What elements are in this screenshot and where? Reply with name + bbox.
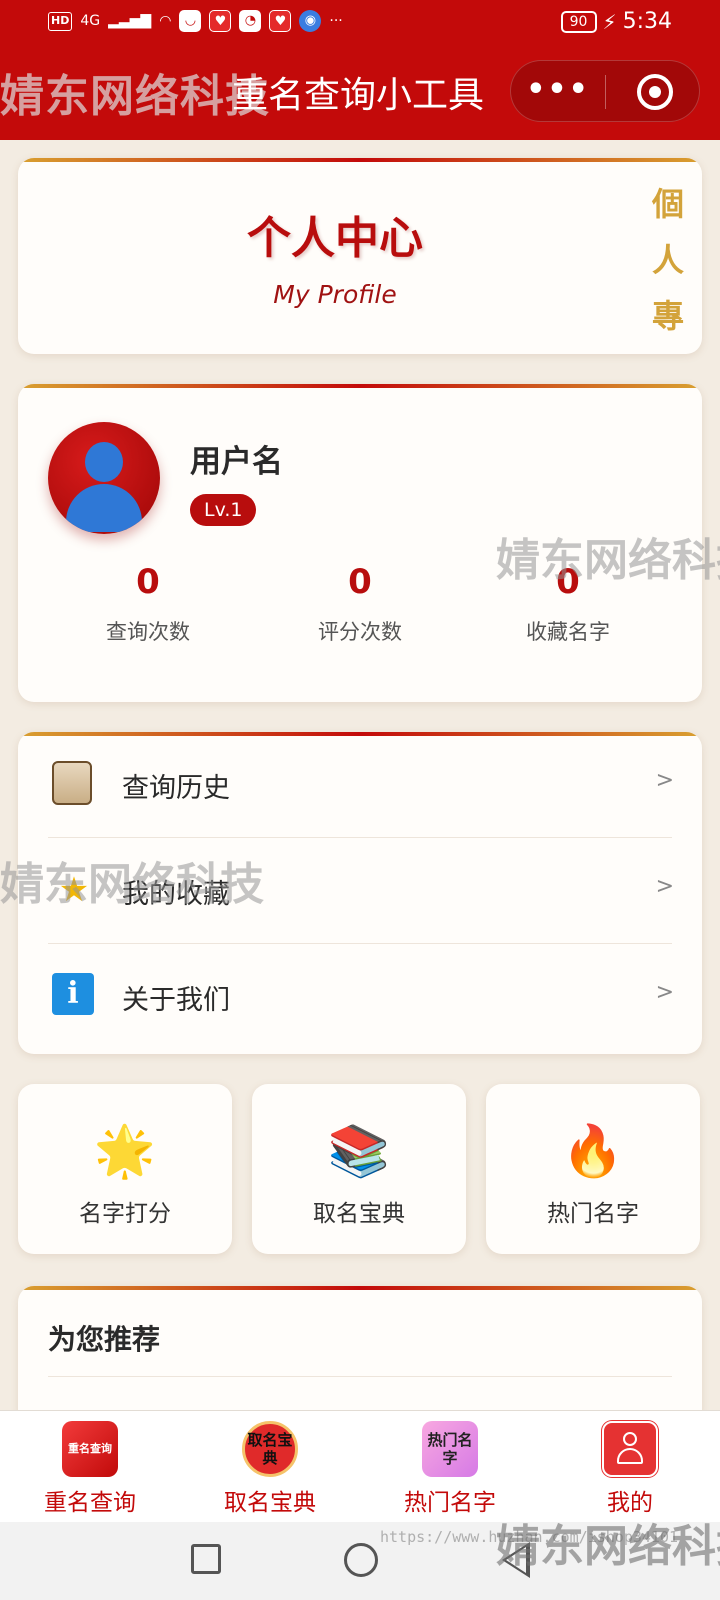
section-title: 为您推荐: [48, 1323, 161, 1356]
chevron-right-icon: >: [655, 768, 674, 793]
level-badge: Lv.1: [190, 494, 257, 526]
more-button[interactable]: •••: [511, 61, 605, 123]
home-button[interactable]: [344, 1543, 378, 1577]
watermark-text: 婧东网络科技: [0, 859, 264, 910]
status-time: 5:34: [622, 9, 672, 34]
username: 用户名: [190, 444, 283, 480]
tab-mine[interactable]: 我的: [540, 1411, 720, 1523]
miniprogram-capsule: •••: [510, 60, 700, 122]
chevron-right-icon: >: [655, 980, 674, 1005]
network-type: 4G: [80, 13, 101, 29]
card-accent-line: [18, 384, 702, 388]
recent-apps-button[interactable]: [191, 1544, 221, 1574]
tab-naming-guide[interactable]: 取名宝典 取名宝典: [180, 1411, 360, 1523]
tab-duplicate-query[interactable]: 重名查询 重名查询: [0, 1411, 180, 1523]
duplicate-query-icon: 重名查询: [62, 1421, 118, 1477]
glowing-star-icon: 🌟: [93, 1122, 157, 1180]
watermark-text: 婧东网络科技: [496, 535, 720, 586]
status-bar: HD 4G ▂▃▅▇ ◠ ◡ ♥ ◔ ♥ ◉ ··· 90 ⚡ 5:34: [0, 0, 720, 46]
info-icon: i: [52, 973, 96, 1019]
app-header: HD 4G ▂▃▅▇ ◠ ◡ ♥ ◔ ♥ ◉ ··· 90 ⚡ 5:34 婧东网…: [0, 0, 720, 140]
card-accent-line: [18, 1286, 702, 1290]
browser-icon: ◉: [299, 10, 322, 32]
close-miniprogram-button[interactable]: [637, 74, 673, 110]
tab-popular-names[interactable]: 热门名字 热门名字: [360, 1411, 540, 1523]
avatar[interactable]: [48, 422, 160, 534]
stat-label: 收藏名字: [526, 620, 610, 644]
status-right: 90 ⚡ 5:34: [560, 9, 672, 34]
more-notifications-icon: ···: [329, 13, 343, 29]
card-accent-line: [18, 158, 702, 162]
books-icon: 📚: [327, 1122, 391, 1180]
battery-icon: 90: [560, 10, 597, 33]
tab-label: 取名宝典: [224, 1490, 316, 1516]
menu-item-label: 关于我们: [122, 985, 230, 1016]
tile-label: 热门名字: [547, 1201, 639, 1227]
user-icon: [602, 1421, 658, 1477]
divider: [48, 1376, 672, 1377]
hero-subtitle: My Profile: [273, 280, 397, 309]
tile-popular-names[interactable]: 🔥 热门名字: [486, 1084, 700, 1254]
app-notification-icon: ◡: [179, 10, 202, 32]
menu-item-history[interactable]: 查询历史 >: [18, 732, 702, 838]
status-icons: HD 4G ▂▃▅▇ ◠ ◡ ♥ ◔ ♥ ◉ ···: [48, 10, 343, 32]
naming-guide-icon: 取名宝典: [242, 1421, 298, 1477]
menu-item-label: 查询历史: [122, 773, 230, 804]
tile-naming-guide[interactable]: 📚 取名宝典: [252, 1084, 466, 1254]
bottom-tab-bar: 重名查询 重名查询 取名宝典 取名宝典 热门名字 热门名字 我的: [0, 1410, 720, 1522]
stat-score-count: 0 评分次数: [260, 562, 460, 646]
watermark-text: 婧东网络科技: [496, 1521, 720, 1572]
signal-icon: ▂▃▅▇: [108, 13, 152, 29]
stat-label: 查询次数: [106, 620, 190, 644]
stat-value: 0: [348, 562, 372, 602]
tile-name-score[interactable]: 🌟 名字打分: [18, 1084, 232, 1254]
scroll-icon: [52, 761, 96, 807]
popular-names-icon: 热门名字: [422, 1421, 478, 1477]
hd-icon: HD: [48, 12, 73, 31]
tile-label: 取名宝典: [313, 1201, 405, 1227]
app-notification-icon-2: ♥: [209, 10, 232, 32]
avatar-body-shape: [66, 484, 142, 532]
hero-vertical-text: 個人專: [651, 185, 684, 335]
wifi-icon: ◠: [159, 13, 172, 29]
recommend-card: 为您推荐: [18, 1286, 702, 1426]
tile-label: 名字打分: [79, 1201, 171, 1227]
fire-icon: 🔥: [561, 1122, 625, 1180]
tab-label: 重名查询: [44, 1490, 136, 1516]
stat-query-count: 0 查询次数: [48, 562, 248, 646]
menu-item-about[interactable]: i 关于我们 >: [18, 944, 702, 1050]
page-title: 重名查询小工具: [232, 75, 485, 116]
profile-hero-card: 个人中心 My Profile 個人專: [18, 158, 702, 354]
wechat-icon: ◔: [239, 10, 262, 32]
charging-icon: ⚡: [602, 9, 617, 34]
chevron-right-icon: >: [655, 874, 674, 899]
stat-value: 0: [136, 562, 160, 602]
avatar-head-shape: [85, 442, 123, 482]
app-notification-icon-3: ♥: [269, 10, 292, 32]
hero-title: 个人中心: [247, 213, 423, 264]
capsule-divider: [605, 75, 606, 109]
brand-watermark: 婧东网络科技: [0, 71, 270, 122]
navigation-bar: 婧东网络科技 重名查询小工具 •••: [0, 52, 720, 132]
stat-label: 评分次数: [318, 620, 402, 644]
